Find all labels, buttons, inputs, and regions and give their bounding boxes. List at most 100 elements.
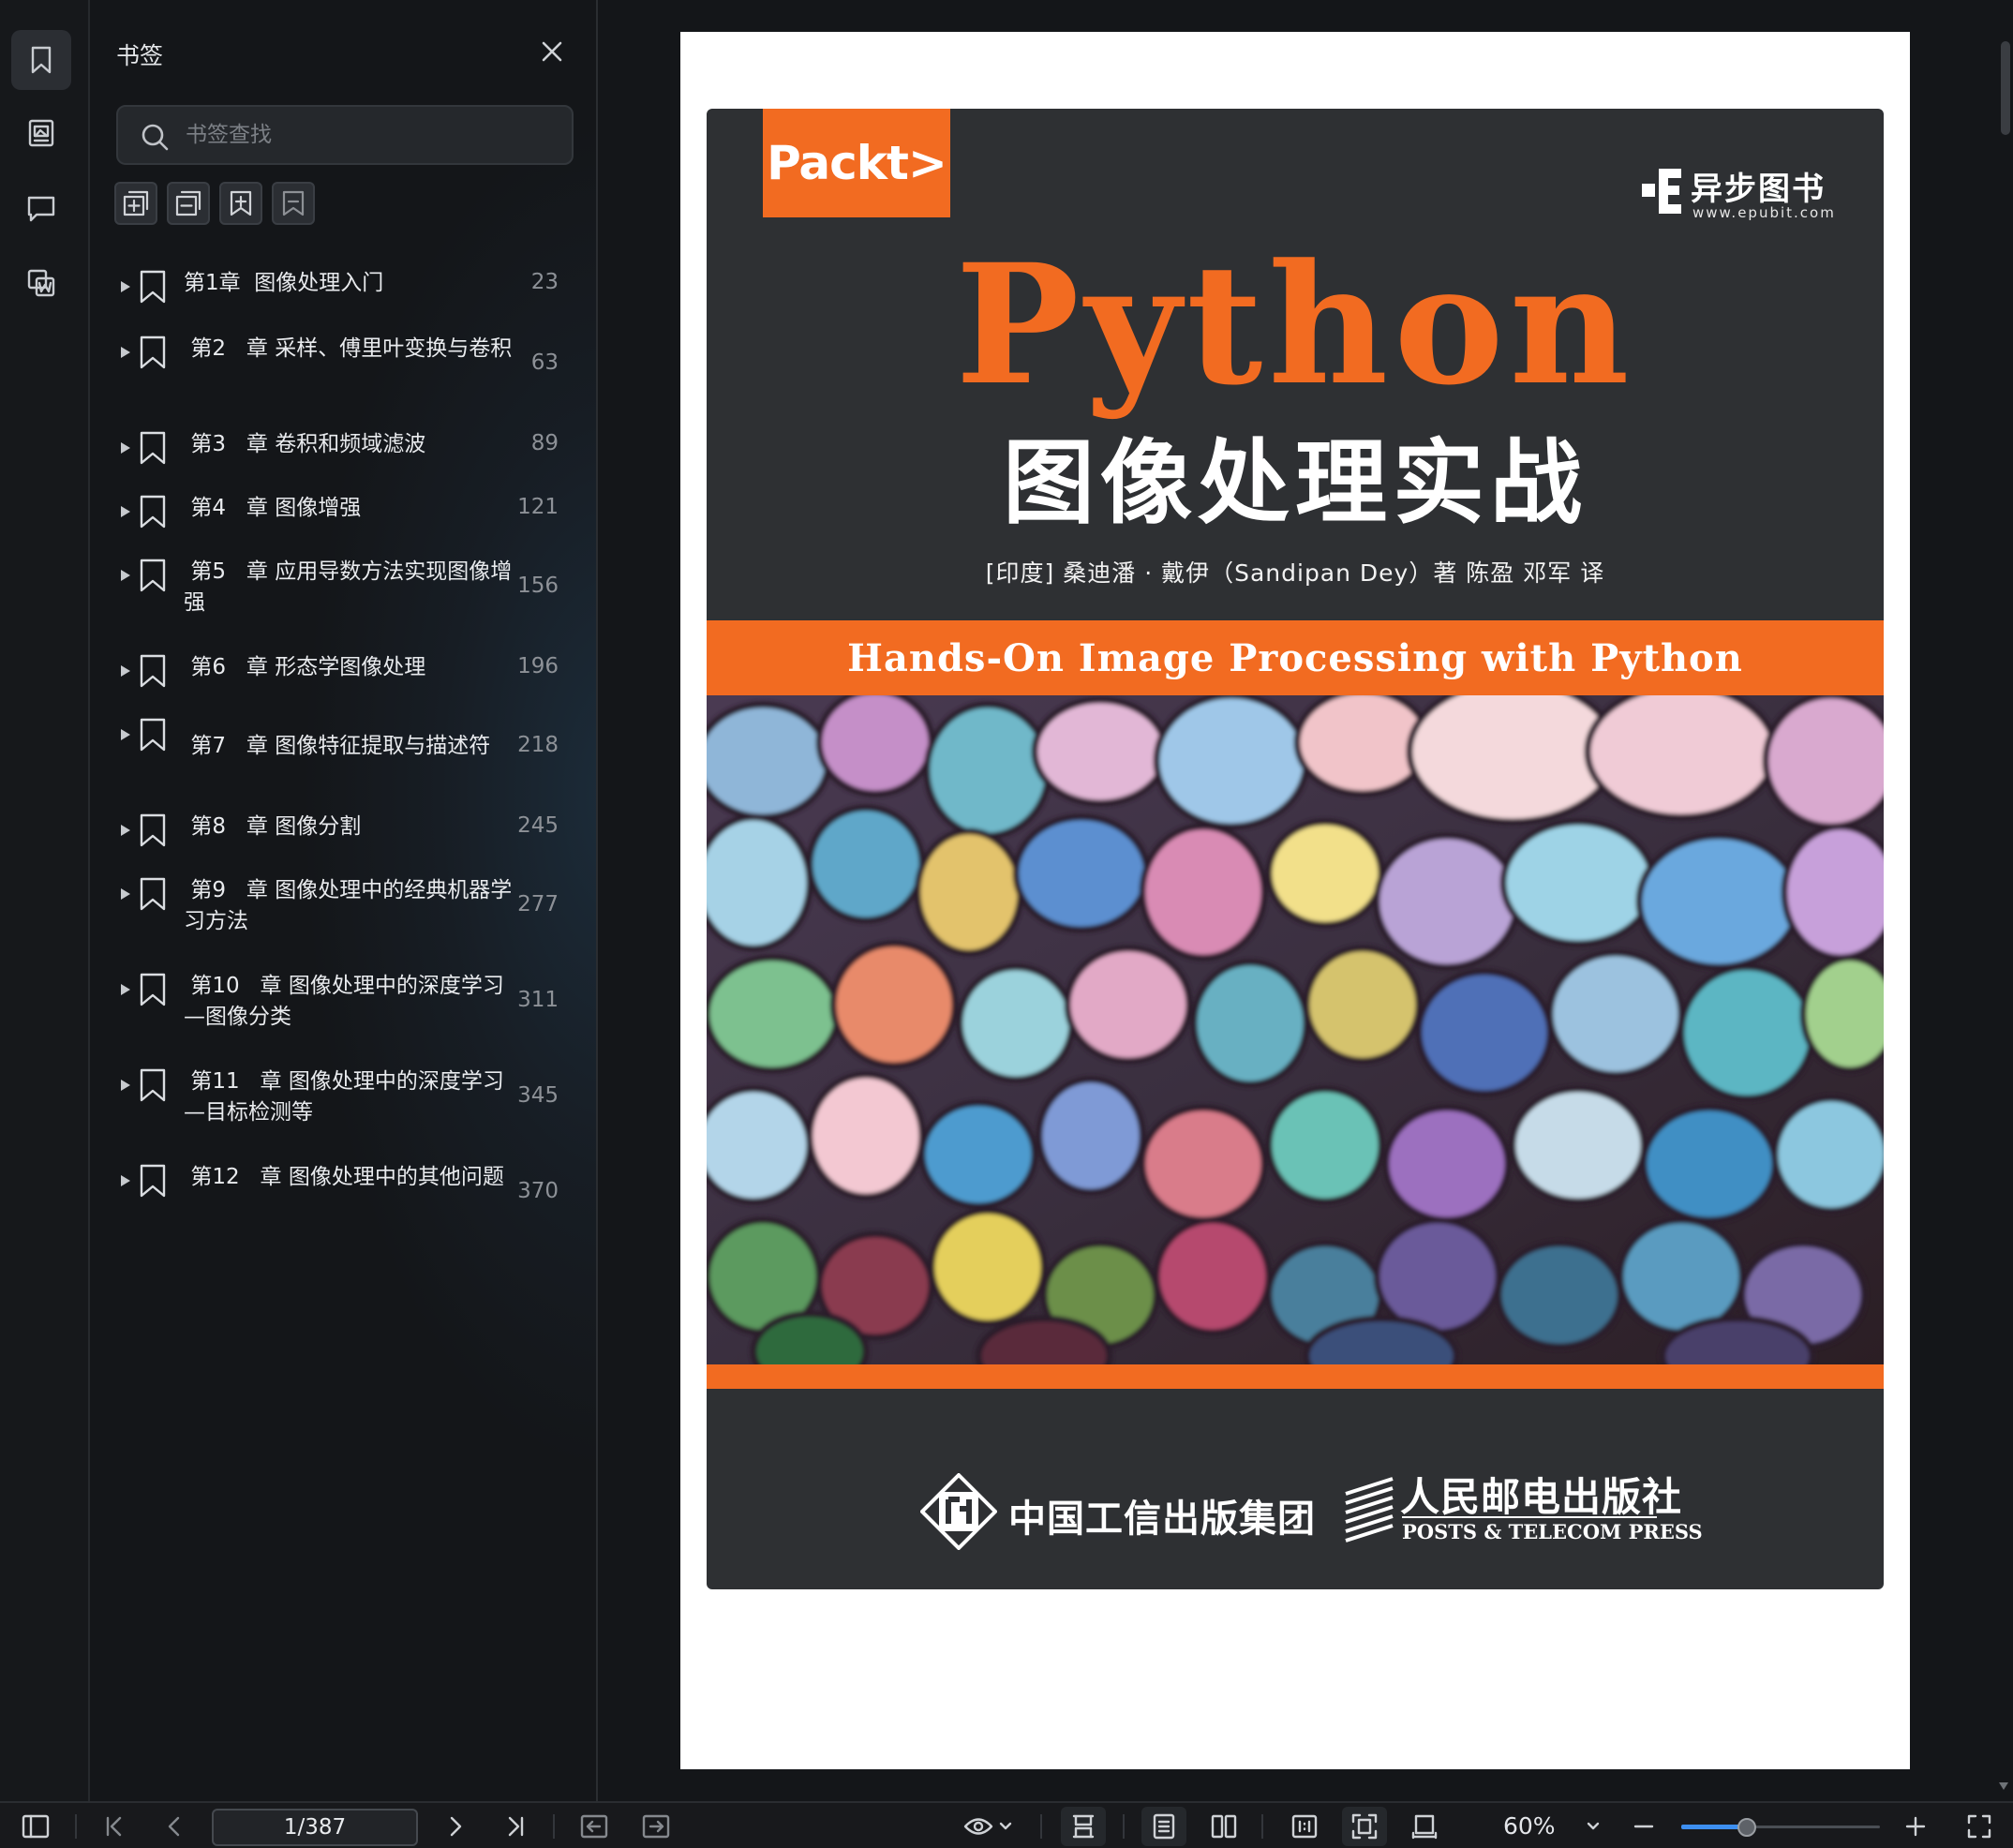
cover-authors: [印度] 桑迪潘 · 戴伊（Sandipan Dey）著 陈盈 邓军 译 (985, 559, 1605, 587)
back-arrow-icon (580, 1814, 608, 1839)
scrollbar-thumb[interactable] (2001, 41, 2010, 135)
toolbar-divider (1040, 1814, 1042, 1839)
expand-caret-icon[interactable] (120, 982, 131, 995)
expand-caret-icon[interactable] (120, 727, 131, 740)
fullscreen-icon (1967, 1814, 1991, 1839)
expand-caret-icon[interactable] (120, 1173, 131, 1186)
bookmark-icon (139, 877, 167, 911)
bookmarks-panel: 书签 第1章 图像处理入门 23 第2 章 采样、傅里叶变换与卷积 63 (92, 0, 598, 1801)
single-page-icon (1153, 1813, 1175, 1840)
fit-width-button[interactable] (1402, 1803, 1447, 1848)
bookmark-label: 第8 章 图像分割 (184, 814, 362, 839)
cover-subtitle: Hands-On Image Processing with Python (847, 635, 1743, 680)
sidebar-icon (22, 1814, 50, 1839)
expand-caret-icon[interactable] (120, 823, 131, 836)
thumbnail-icon (28, 119, 54, 147)
double-page-icon (1211, 1814, 1237, 1839)
bookmark-label: 第1章 图像处理入门 (184, 271, 384, 295)
miit-group-logo-icon (920, 1473, 997, 1550)
back-button[interactable] (575, 1803, 613, 1848)
first-page-button[interactable] (97, 1803, 131, 1848)
bookmark-page: 311 (517, 988, 559, 1012)
zoom-out-button[interactable] (1627, 1803, 1661, 1848)
panel-title: 书签 (116, 42, 164, 69)
imprint-name: 异步图书 (1691, 171, 1826, 208)
packt-logo: Packt> (763, 109, 950, 217)
bookmark-icon (139, 270, 167, 304)
add-bookmark-button[interactable] (114, 182, 157, 225)
expand-caret-icon[interactable] (120, 663, 131, 677)
bookmark-icon (139, 431, 167, 465)
expand-caret-icon[interactable] (120, 279, 131, 292)
minus-icon (1633, 1825, 1654, 1828)
cover-subtitle-band: Hands-On Image Processing with Python (707, 620, 1884, 695)
expand-bookmark-icon (230, 190, 252, 216)
bookmark-label: 第5 章 应用导数方法实现图像增强 (184, 559, 513, 615)
zoom-level[interactable]: 60% (1503, 1803, 1556, 1848)
bookmark-page: 245 (517, 813, 559, 838)
vertical-scrollbar[interactable] (1998, 41, 2013, 135)
zoom-dropdown-button[interactable] (1582, 1803, 1604, 1848)
chevron-down-icon (1587, 1822, 1600, 1830)
bookmark-page: 156 (517, 574, 559, 598)
comments-tab[interactable] (11, 178, 71, 238)
cover-title-cn: 图像处理实战 (1002, 429, 1588, 537)
expand-bookmarks-button[interactable] (219, 182, 262, 225)
bookmark-page: 121 (517, 495, 559, 519)
convert-tab[interactable] (11, 253, 71, 313)
toggle-sidebar-button[interactable] (17, 1803, 54, 1848)
expand-caret-icon[interactable] (120, 1078, 131, 1091)
next-page-button[interactable] (439, 1803, 472, 1848)
fit-page-button[interactable] (1342, 1807, 1387, 1846)
bookmark-icon (139, 495, 167, 529)
bookmark-icon (139, 335, 167, 369)
expand-caret-icon[interactable] (120, 504, 131, 517)
double-page-button[interactable] (1201, 1803, 1246, 1848)
remove-bookmark-button[interactable] (167, 182, 210, 225)
zoom-in-button[interactable] (1899, 1803, 1932, 1848)
fit-width-icon (1411, 1814, 1438, 1840)
plus-icon (1905, 1816, 1926, 1837)
ptpress-logo-icon (1345, 1477, 1394, 1542)
collapse-bookmark-icon (282, 190, 305, 216)
single-page-button[interactable] (1141, 1807, 1186, 1846)
page-number-field[interactable]: 1/387 (212, 1809, 418, 1846)
bookmark-page: 63 (530, 350, 559, 375)
fullscreen-button[interactable] (1961, 1803, 1998, 1848)
chevron-down-icon (999, 1822, 1012, 1830)
last-page-button[interactable] (499, 1803, 532, 1848)
toolbar-divider (1123, 1814, 1125, 1839)
bookmark-label: 第11 章 图像处理中的深度学习—目标检测等 (184, 1069, 504, 1125)
expand-caret-icon[interactable] (120, 568, 131, 581)
close-icon (542, 41, 562, 62)
view-mode-dropdown[interactable] (960, 1803, 1016, 1848)
close-panel-button[interactable] (536, 36, 568, 67)
epubit-logo: 异步图书 www.epubit.com (1640, 163, 1834, 225)
bookmark-search[interactable] (116, 105, 574, 165)
bookmark-label: 第3 章 卷积和频域滤波 (184, 432, 426, 456)
bookmark-label: 第10 章 图像处理中的深度学习—图像分类 (184, 974, 504, 1029)
first-page-icon (106, 1816, 122, 1837)
actual-size-icon (1291, 1814, 1318, 1839)
expand-caret-icon[interactable] (120, 887, 131, 900)
expand-caret-icon[interactable] (120, 345, 131, 358)
add-bookmark-icon (123, 190, 149, 216)
zoom-slider-knob[interactable] (1737, 1818, 1756, 1837)
collapse-bookmarks-button[interactable] (272, 182, 315, 225)
bookmarks-tab[interactable] (11, 30, 71, 90)
previous-page-button[interactable] (157, 1803, 191, 1848)
bookmark-page: 277 (517, 892, 559, 917)
bookmark-page: 218 (517, 733, 559, 757)
document-viewport[interactable]: Packt> 异步图书 www.epubit.com Python 图像处理实战… (600, 0, 2013, 1801)
thumbnails-tab[interactable] (11, 103, 71, 163)
bookmark-label: 第6 章 形态学图像处理 (184, 655, 426, 679)
expand-caret-icon[interactable] (120, 440, 131, 454)
forward-button[interactable] (637, 1803, 675, 1848)
scroll-down-arrow-icon[interactable] (1998, 1777, 2009, 1790)
bookmark-label: 第9 章 图像处理中的经典机器学习方法 (184, 878, 513, 933)
actual-size-button[interactable] (1282, 1803, 1327, 1848)
bookmark-icon (139, 654, 167, 688)
continuous-scroll-button[interactable] (1061, 1807, 1106, 1846)
bookmark-search-input[interactable] (186, 116, 560, 154)
epubit-mark-icon (1642, 169, 1681, 214)
